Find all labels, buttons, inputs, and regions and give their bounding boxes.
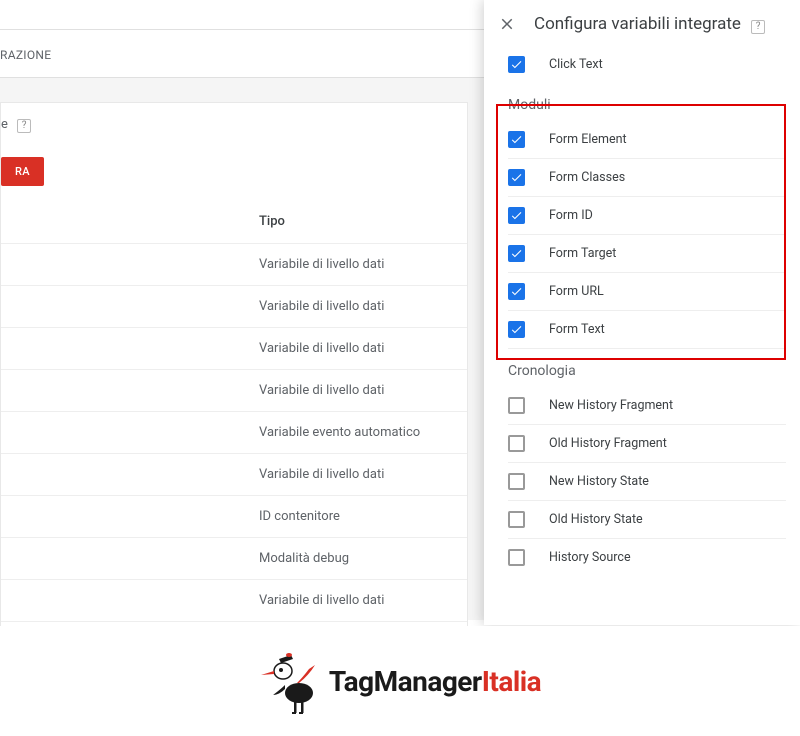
table-row[interactable]: Variabile evento automatico xyxy=(1,412,467,454)
subheader-text: e xyxy=(1,117,8,132)
woodpecker-icon xyxy=(259,645,319,717)
variable-item-0-5: Form Text xyxy=(508,311,786,349)
background-main: RAZIONE e ? RA Tipo Variabile di livello… xyxy=(0,0,484,620)
checkbox[interactable] xyxy=(508,245,525,262)
variable-label: Form Element xyxy=(549,132,627,147)
panel-title: Configura variabili integrate ? xyxy=(534,14,786,34)
configure-button[interactable]: RA xyxy=(1,157,44,186)
tipo-column-header: Tipo xyxy=(1,200,467,244)
table-row[interactable]: Variabile di livello dati xyxy=(1,244,467,286)
variable-item-1-4: History Source xyxy=(508,539,786,576)
checkbox[interactable] xyxy=(508,207,525,224)
variable-label: Form Classes xyxy=(549,170,625,185)
checkbox[interactable] xyxy=(508,56,525,73)
button-row: RA xyxy=(1,147,467,200)
logo-footer: TagManagerItalia xyxy=(0,626,800,736)
variable-label: Form ID xyxy=(549,208,593,223)
panel-body: Click Text Moduli Form Element Form Classe… xyxy=(484,46,800,576)
variable-label: History Source xyxy=(549,550,631,565)
checkbox[interactable] xyxy=(508,131,525,148)
checkbox[interactable] xyxy=(508,321,525,338)
panel-header: Configura variabili integrate ? xyxy=(484,0,800,46)
variable-item-0-1: Form Classes xyxy=(508,159,786,197)
panel-title-text: Configura variabili integrate xyxy=(534,14,741,34)
checkbox[interactable] xyxy=(508,549,525,566)
logo: TagManagerItalia xyxy=(259,645,541,717)
variable-label: Old History Fragment xyxy=(549,436,667,451)
nav-tab-fragment: RAZIONE xyxy=(0,30,484,78)
variable-item-0-4: Form URL xyxy=(508,273,786,311)
content-panel: e ? RA Tipo Variabile di livello datiVar… xyxy=(0,102,468,665)
help-icon[interactable]: ? xyxy=(17,119,31,133)
section-title: Cronologia xyxy=(508,349,786,387)
help-icon[interactable]: ? xyxy=(751,20,765,34)
variable-item-1-0: New History Fragment xyxy=(508,387,786,425)
variable-item-1-2: New History State xyxy=(508,463,786,501)
checkbox[interactable] xyxy=(508,397,525,414)
table-row[interactable]: Variabile di livello dati xyxy=(1,454,467,496)
logo-text-part1: TagManager xyxy=(329,665,482,698)
variable-label: Click Text xyxy=(549,57,603,72)
checkbox[interactable] xyxy=(508,473,525,490)
variable-label: Form URL xyxy=(549,284,604,299)
variable-item-0-3: Form Target xyxy=(508,235,786,273)
table-row[interactable]: ID contenitore xyxy=(1,496,467,538)
table-row[interactable]: Modalità debug xyxy=(1,538,467,580)
subheader-row: e ? xyxy=(1,103,467,147)
table-row[interactable]: Variabile di livello dati xyxy=(1,580,467,622)
checkbox[interactable] xyxy=(508,435,525,452)
variable-label: Old History State xyxy=(549,512,643,527)
variable-label: New History Fragment xyxy=(549,398,673,413)
variable-item-1-1: Old History Fragment xyxy=(508,425,786,463)
variable-label: Form Target xyxy=(549,246,616,261)
table-row[interactable]: Variabile di livello dati xyxy=(1,286,467,328)
top-bar xyxy=(0,0,484,30)
variable-item-1-3: Old History State xyxy=(508,501,786,539)
variable-item-0-0: Form Element xyxy=(508,121,786,159)
variable-item-click-text: Click Text xyxy=(508,46,786,83)
close-icon[interactable] xyxy=(498,15,516,33)
checkbox[interactable] xyxy=(508,511,525,528)
checkbox[interactable] xyxy=(508,169,525,186)
checkbox[interactable] xyxy=(508,283,525,300)
logo-text: TagManagerItalia xyxy=(329,665,541,698)
variable-label: Form Text xyxy=(549,322,605,337)
table-row[interactable]: Variabile di livello dati xyxy=(1,328,467,370)
configure-variables-panel: Configura variabili integrate ? Click Te… xyxy=(484,0,800,625)
logo-text-part2: Italia xyxy=(482,665,541,698)
variable-item-0-2: Form ID xyxy=(508,197,786,235)
table-row[interactable]: Variabile di livello dati xyxy=(1,370,467,412)
variable-label: New History State xyxy=(549,474,649,489)
section-title: Moduli xyxy=(508,83,786,121)
